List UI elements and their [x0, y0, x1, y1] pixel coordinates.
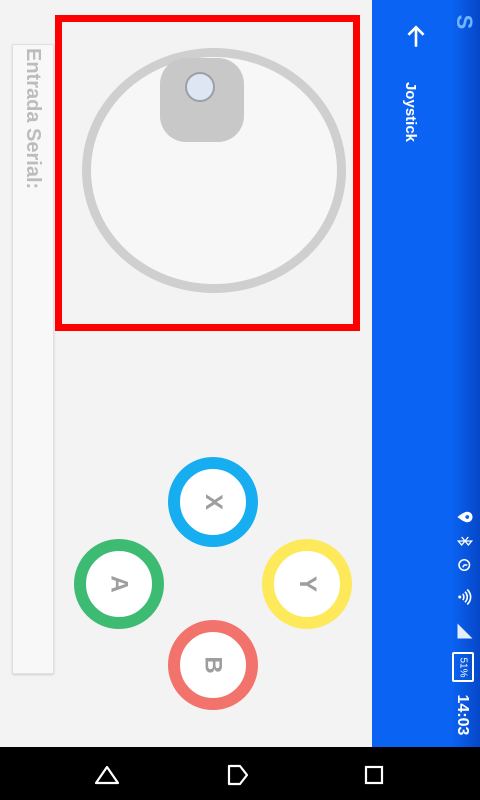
a-button[interactable]: A	[74, 539, 164, 629]
alarm-icon	[452, 554, 474, 576]
joystick-knob-center	[185, 72, 215, 102]
recent-apps-icon	[364, 765, 384, 785]
location-icon	[452, 506, 474, 528]
y-button-label: Y	[293, 575, 321, 593]
arrow-back-icon	[407, 25, 425, 47]
wifi-icon	[452, 586, 474, 608]
back-icon	[94, 765, 120, 785]
b-button[interactable]: B	[168, 620, 258, 710]
nav-back-button[interactable]	[94, 765, 120, 785]
home-icon	[227, 764, 249, 786]
nav-home-button[interactable]	[226, 763, 250, 787]
app-title-container: Joystick	[398, 72, 422, 152]
clock-time: 14:03	[454, 694, 471, 736]
brand-s-icon: S	[452, 14, 477, 30]
serial-label-container: Entrada Serial:	[14, 48, 50, 238]
y-button[interactable]: Y	[262, 539, 352, 629]
nav-recent-button[interactable]	[364, 765, 384, 785]
battery-icon: 51%	[452, 652, 474, 682]
x-button-label: X	[199, 493, 227, 511]
x-button[interactable]: X	[168, 457, 258, 547]
clock: 14:03	[440, 690, 480, 740]
a-button-label: A	[106, 575, 133, 593]
app-title: Joystick	[402, 81, 419, 143]
bluetooth-icon	[452, 530, 474, 552]
b-button-label: B	[200, 656, 227, 674]
signal-icon	[452, 620, 474, 642]
serial-label: Entrada Serial:	[22, 48, 44, 190]
battery-level: 51%	[457, 656, 469, 678]
back-button[interactable]	[394, 22, 438, 52]
